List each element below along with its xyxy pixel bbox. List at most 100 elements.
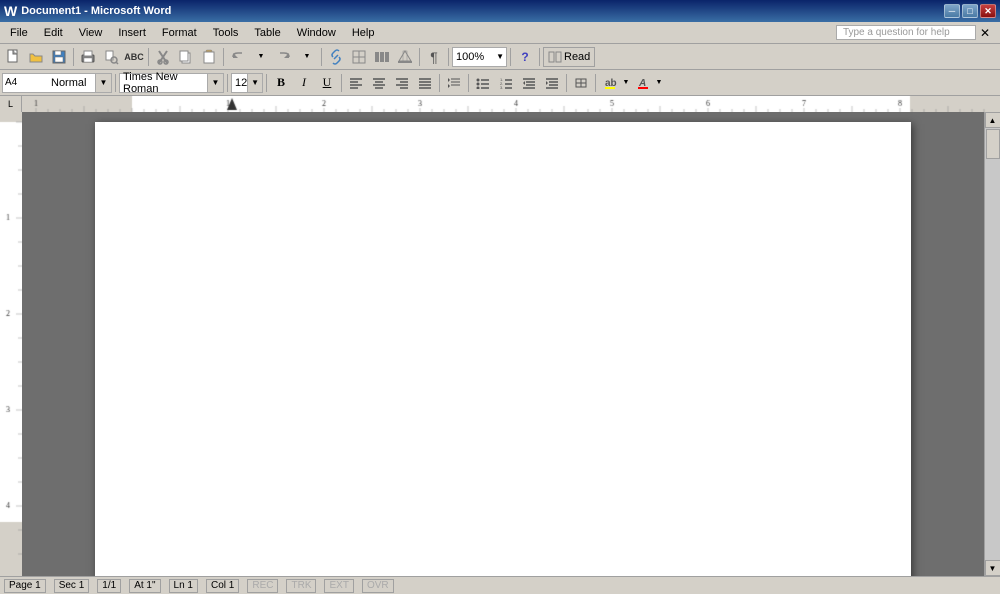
status-page-of: 1/1: [97, 579, 121, 593]
bullets-button[interactable]: [472, 72, 494, 94]
redo-dropdown-button[interactable]: ▼: [296, 46, 318, 68]
align-justify-button[interactable]: [414, 72, 436, 94]
scroll-track[interactable]: [985, 128, 1000, 560]
menu-edit[interactable]: Edit: [36, 25, 71, 41]
size-dropdown-icon[interactable]: ▼: [247, 74, 262, 92]
undo-dropdown-button[interactable]: ▼: [250, 46, 272, 68]
font-size-selector[interactable]: 12 ▼: [231, 73, 263, 93]
preview-button[interactable]: [100, 46, 122, 68]
vertical-scrollbar: ▲ ▼: [984, 112, 1000, 576]
help-close-button[interactable]: ✕: [980, 26, 990, 40]
toolbar-separator: [321, 48, 322, 66]
toolbar-separator: [73, 48, 74, 66]
toolbar-separator: [510, 48, 511, 66]
status-section: Sec 1: [54, 579, 90, 593]
numbering-button[interactable]: 1.2.3.: [495, 72, 517, 94]
cut-button[interactable]: [152, 46, 174, 68]
undo-button[interactable]: [227, 46, 249, 68]
scroll-up-button[interactable]: ▲: [985, 112, 1000, 128]
scroll-thumb[interactable]: [986, 129, 1000, 159]
align-left-button[interactable]: [345, 72, 367, 94]
font-value: Times New Roman: [120, 71, 207, 95]
status-ln: Ln 1: [169, 579, 198, 593]
horizontal-ruler: [22, 96, 1000, 112]
borders-button[interactable]: [570, 72, 592, 94]
save-button[interactable]: [48, 46, 70, 68]
read-mode-button[interactable]: Read: [543, 47, 595, 67]
insert-link-button[interactable]: [325, 46, 347, 68]
highlight-group: ab ▼: [599, 72, 631, 94]
bold-button[interactable]: B: [270, 72, 292, 94]
paste-button[interactable]: [198, 46, 220, 68]
menu-file[interactable]: File: [2, 25, 36, 41]
style-dropdown-icon[interactable]: ▼: [95, 74, 111, 92]
italic-button[interactable]: I: [293, 72, 315, 94]
highlight-dropdown-button[interactable]: ▼: [621, 72, 631, 94]
toolbar-separator: [341, 74, 342, 92]
toolbar-separator: [439, 74, 440, 92]
toolbar-separator: [148, 48, 149, 66]
redo-button[interactable]: [273, 46, 295, 68]
font-dropdown-icon[interactable]: ▼: [207, 74, 223, 92]
menu-tools[interactable]: Tools: [205, 25, 247, 41]
toolbar-separator: [566, 74, 567, 92]
align-right-button[interactable]: [391, 72, 413, 94]
menu-help[interactable]: Help: [344, 25, 383, 41]
toolbar-separator: [419, 48, 420, 66]
svg-text:3.: 3.: [500, 85, 503, 89]
table-button[interactable]: [348, 46, 370, 68]
highlight-button[interactable]: ab: [599, 72, 621, 94]
minimize-button[interactable]: ─: [944, 4, 960, 18]
font-color-group: A ▼: [632, 72, 664, 94]
columns-button[interactable]: [371, 46, 393, 68]
print-button[interactable]: [77, 46, 99, 68]
bold-icon: B: [277, 75, 285, 90]
status-trk: TRK: [286, 579, 316, 593]
toolbar-separator: [227, 74, 228, 92]
spellcheck-button[interactable]: ABC: [123, 46, 145, 68]
menu-format[interactable]: Format: [154, 25, 205, 41]
toolbar-separator: [223, 48, 224, 66]
help-button[interactable]: ?: [514, 46, 536, 68]
title-bar: W Document1 - Microsoft Word ─ □ ✕: [0, 0, 1000, 22]
toolbar1: ABC ▼ ▼ ¶ 100% ▼ ?: [0, 44, 1000, 70]
status-ext: EXT: [324, 579, 353, 593]
underline-button[interactable]: U: [316, 72, 338, 94]
toolbar2-formatting: A4 Normal ▼ Times New Roman ▼ 12 ▼ B I U…: [0, 70, 1000, 96]
increase-indent-button[interactable]: [541, 72, 563, 94]
status-ovr: OVR: [362, 579, 394, 593]
menu-window[interactable]: Window: [289, 25, 344, 41]
toolbar-separator: [448, 48, 449, 66]
decrease-indent-button[interactable]: [518, 72, 540, 94]
drawing-button[interactable]: [394, 46, 416, 68]
zoom-selector[interactable]: 100% ▼: [452, 47, 507, 67]
menu-table[interactable]: Table: [246, 25, 288, 41]
zoom-arrow-icon: ▼: [496, 52, 506, 61]
line-spacing-button[interactable]: [443, 72, 465, 94]
toolbar-separator: [595, 74, 596, 92]
vertical-ruler: [0, 112, 22, 576]
scroll-down-button[interactable]: ▼: [985, 560, 1000, 576]
show-hide-button[interactable]: ¶: [423, 46, 445, 68]
help-search-box[interactable]: Type a question for help: [836, 25, 976, 40]
underline-icon: U: [323, 75, 332, 90]
ruler-corner[interactable]: L: [0, 96, 22, 112]
font-color-button[interactable]: A: [632, 72, 654, 94]
menu-insert[interactable]: Insert: [110, 25, 154, 41]
document-page[interactable]: [95, 122, 911, 576]
copy-button[interactable]: [175, 46, 197, 68]
align-center-button[interactable]: [368, 72, 390, 94]
new-button[interactable]: [2, 46, 24, 68]
toolbar-separator: [266, 74, 267, 92]
close-button[interactable]: ✕: [980, 4, 996, 18]
font-color-dropdown-button[interactable]: ▼: [654, 72, 664, 94]
style-selector[interactable]: A4 Normal ▼: [2, 73, 112, 93]
open-button[interactable]: [25, 46, 47, 68]
document-area: [22, 112, 984, 576]
zoom-value: 100%: [453, 51, 484, 63]
maximize-button[interactable]: □: [962, 4, 978, 18]
toolbar-separator: [539, 48, 540, 66]
font-selector[interactable]: Times New Roman ▼: [119, 73, 224, 93]
title-bar-left: W Document1 - Microsoft Word: [4, 3, 171, 19]
menu-view[interactable]: View: [71, 25, 111, 41]
